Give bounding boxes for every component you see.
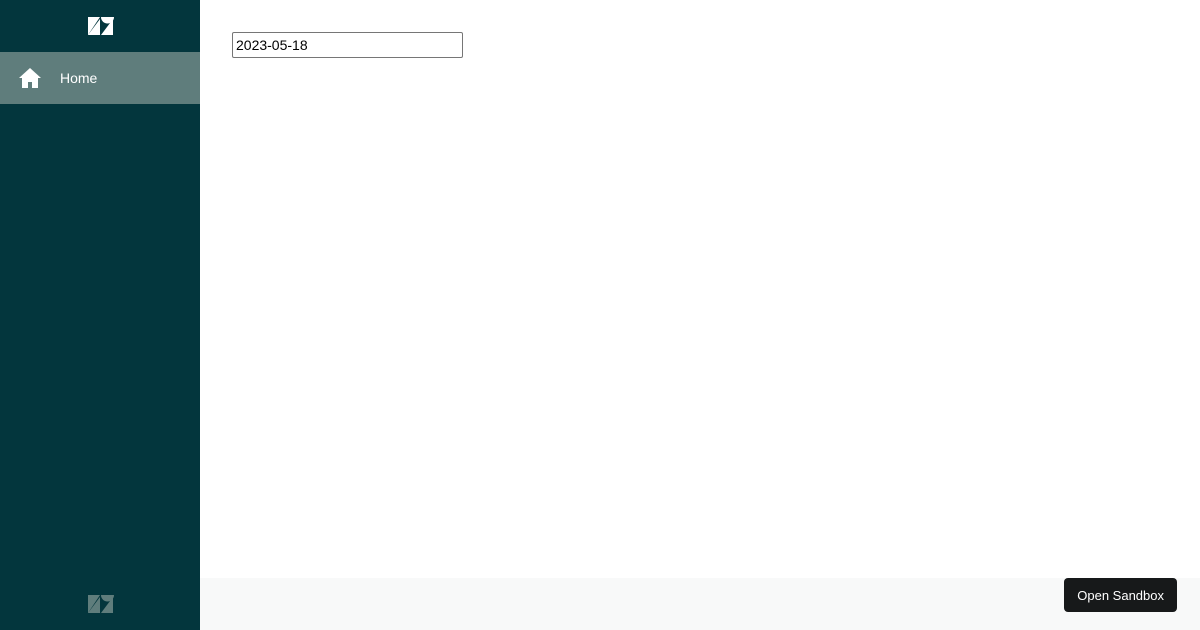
- sidebar-footer: [0, 578, 200, 630]
- footer-bar: Open Sandbox: [200, 578, 1200, 630]
- sidebar-item-home[interactable]: Home: [0, 52, 200, 104]
- sidebar: Home: [0, 0, 200, 630]
- app-window: Home Open Sandbox: [0, 0, 1200, 630]
- zendesk-logo-icon: [87, 17, 114, 35]
- sidebar-item-label: Home: [60, 70, 98, 86]
- sidebar-brand[interactable]: [0, 0, 200, 52]
- open-sandbox-button[interactable]: Open Sandbox: [1064, 578, 1177, 612]
- zendesk-logo-icon: [87, 595, 114, 613]
- date-input[interactable]: [232, 32, 463, 58]
- main-content: Open Sandbox: [200, 0, 1200, 630]
- home-icon: [18, 67, 42, 89]
